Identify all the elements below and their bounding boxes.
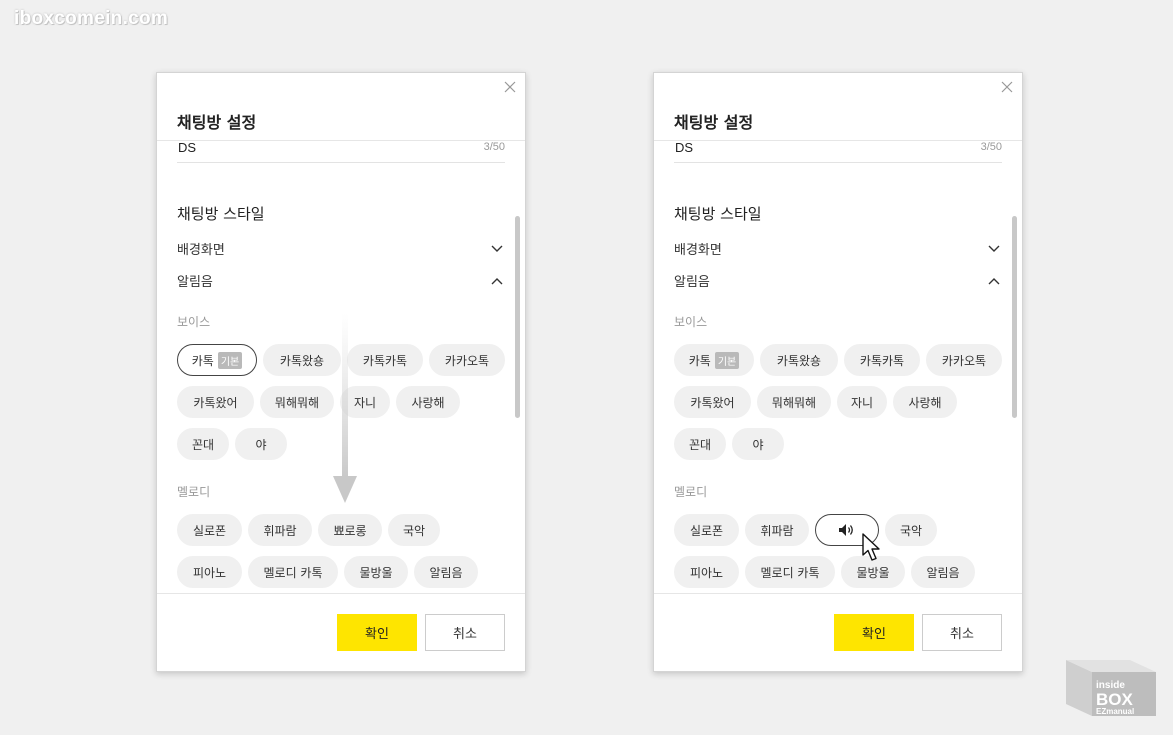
- melody-chip[interactable]: 멜로디 카톡: [745, 556, 835, 588]
- dialog-title: 채팅방 설정: [674, 113, 754, 132]
- voice-chip[interactable]: 카톡왔숑: [760, 344, 838, 376]
- chevron-down-icon[interactable]: [988, 245, 1000, 253]
- logo-line3: EZmanual: [1096, 707, 1134, 716]
- voice-chip[interactable]: 카톡왔숑: [263, 344, 341, 376]
- scroll-down-arrow-icon: [333, 313, 357, 503]
- melody-group-label: 멜로디: [177, 485, 211, 499]
- voice-chip[interactable]: 사랑해: [893, 386, 957, 418]
- melody-group-label: 멜로디: [674, 485, 708, 499]
- chevron-down-icon[interactable]: [491, 245, 503, 253]
- default-badge: 기본: [217, 351, 243, 369]
- melody-chip[interactable]: 휘파람: [745, 514, 809, 546]
- voice-chip[interactable]: 카톡왔어: [674, 386, 751, 418]
- speaker-icon: [839, 524, 853, 536]
- cancel-button[interactable]: 취소: [425, 614, 505, 651]
- voice-chip[interactable]: 꼰대: [177, 428, 229, 460]
- melody-chip[interactable]: 알림음: [414, 556, 478, 588]
- chatroom-name-value: DS: [178, 140, 197, 155]
- melody-chip[interactable]: 물방울: [344, 556, 408, 588]
- cursor-icon: [862, 533, 880, 561]
- scrollbar[interactable]: [1012, 216, 1017, 418]
- melody-chip[interactable]: 알림음: [911, 556, 975, 588]
- voice-chip[interactable]: 사랑해: [396, 386, 460, 418]
- voice-chip[interactable]: 야: [235, 428, 287, 460]
- voice-chip[interactable]: 카톡카톡: [347, 344, 423, 376]
- background-row[interactable]: 배경화면: [674, 239, 722, 258]
- voice-chip[interactable]: 카톡왔어: [177, 386, 254, 418]
- watermark: iboxcomein.com: [14, 8, 169, 29]
- melody-chip[interactable]: 휘파람: [248, 514, 312, 546]
- alert-sound-row[interactable]: 알림음: [177, 271, 213, 290]
- voice-chip[interactable]: 뭐해뭐해: [757, 386, 831, 418]
- close-icon[interactable]: [503, 80, 517, 94]
- melody-chip[interactable]: 실로폰: [674, 514, 739, 546]
- chat-settings-dialog-left: 채팅방 설정 DS 3/50 채팅방 스타일 배경화면 알림음 보이스 카톡 기본…: [156, 72, 526, 672]
- voice-chip[interactable]: 뭐해뭐해: [260, 386, 334, 418]
- confirm-button[interactable]: 확인: [337, 614, 417, 651]
- confirm-button[interactable]: 확인: [834, 614, 914, 651]
- melody-chip[interactable]: 국악: [388, 514, 440, 546]
- dialog-title: 채팅방 설정: [177, 113, 257, 132]
- melody-chip[interactable]: 멜로디 카톡: [248, 556, 338, 588]
- chatroom-name-count: 3/50: [980, 141, 1002, 153]
- melody-chip[interactable]: 국악: [885, 514, 937, 546]
- background-row[interactable]: 배경화면: [177, 239, 225, 258]
- voice-chip[interactable]: 꼰대: [674, 428, 726, 460]
- chevron-up-icon[interactable]: [988, 277, 1000, 285]
- chat-settings-dialog-right: 채팅방 설정 DS 3/50 채팅방 스타일 배경화면 알림음 보이스 카톡 기본…: [653, 72, 1023, 672]
- melody-chip[interactable]: 피아노: [177, 556, 242, 588]
- chatroom-name-count: 3/50: [483, 141, 505, 153]
- melody-chip[interactable]: 뾰로롱: [318, 514, 382, 546]
- chevron-up-icon[interactable]: [491, 277, 503, 285]
- melody-chips: 실로폰 휘파람 국악 피아노 멜로디 카톡 물방울 알림음: [674, 514, 1006, 598]
- voice-chip-katok[interactable]: 카톡 기본: [177, 344, 257, 376]
- voice-group-label: 보이스: [177, 315, 211, 329]
- default-badge: 기본: [714, 351, 740, 369]
- chatroom-name-value: DS: [675, 140, 694, 155]
- voice-chip[interactable]: 자니: [837, 386, 887, 418]
- style-section-title: 채팅방 스타일: [177, 205, 265, 223]
- voice-chip-katok[interactable]: 카톡 기본: [674, 344, 754, 376]
- voice-chip[interactable]: 카카오톡: [429, 344, 505, 376]
- footer-divider: [654, 593, 1022, 594]
- style-section-title: 채팅방 스타일: [674, 205, 762, 223]
- voice-chip[interactable]: 카톡카톡: [844, 344, 920, 376]
- voice-chips: 카톡 기본 카톡왔숑 카톡카톡 카카오톡 카톡왔어 뭐해뭐해 자니 사랑해 꼰대 …: [674, 344, 1006, 470]
- insidebox-logo: inside BOX EZmanual: [1066, 660, 1156, 716]
- close-icon[interactable]: [1000, 80, 1014, 94]
- voice-chip[interactable]: 카카오톡: [926, 344, 1002, 376]
- footer-divider: [157, 593, 525, 594]
- chatroom-name-field[interactable]: DS 3/50: [177, 140, 505, 163]
- scrollbar[interactable]: [515, 216, 520, 418]
- chatroom-name-field[interactable]: DS 3/50: [674, 140, 1002, 163]
- voice-chip[interactable]: 야: [732, 428, 784, 460]
- alert-sound-row[interactable]: 알림음: [674, 271, 710, 290]
- melody-chip[interactable]: 실로폰: [177, 514, 242, 546]
- cancel-button[interactable]: 취소: [922, 614, 1002, 651]
- voice-group-label: 보이스: [674, 315, 708, 329]
- melody-chips: 실로폰 휘파람 뾰로롱 국악 피아노 멜로디 카톡 물방울 알림음: [177, 514, 509, 598]
- melody-chip[interactable]: 피아노: [674, 556, 739, 588]
